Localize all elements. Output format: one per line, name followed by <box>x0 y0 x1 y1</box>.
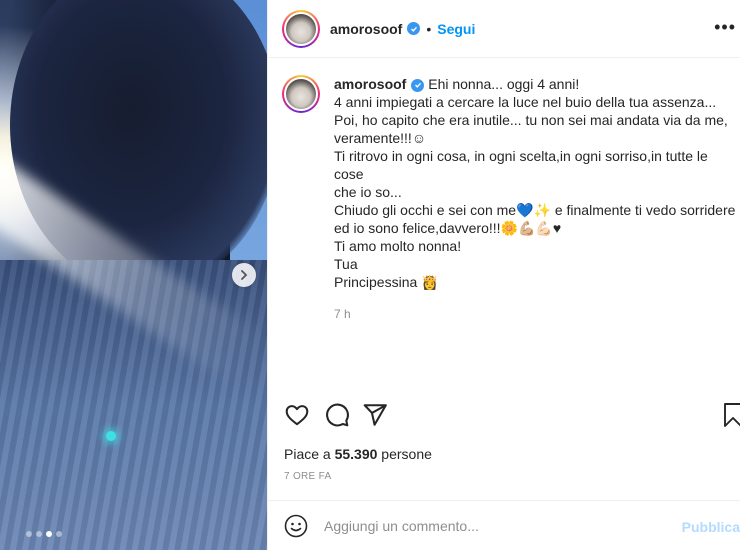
photo-lens-flare <box>106 431 116 441</box>
comment-bar: Pubblica <box>268 500 740 550</box>
caption-text-line: Ti ritrovo in ogni cosa, in ogni scelta,… <box>334 148 708 182</box>
caption-text-line: 4 anni impiegati a cercare la luce nel b… <box>334 94 717 110</box>
carousel-dots <box>26 531 62 537</box>
heart-icon[interactable] <box>284 402 310 428</box>
more-icon[interactable]: ••• <box>714 18 736 36</box>
caption-text-line: Poi, ho capito che era inutile... tu non… <box>334 112 728 128</box>
post-header: amorosoof • Segui ••• <box>268 0 740 58</box>
verified-icon <box>407 22 421 35</box>
carousel-dot <box>56 531 62 537</box>
caption-text-line: Chiudo gli occhi e sei con me💙✨ e finalm… <box>334 202 736 218</box>
caption-text-line: veramente!!!☺ <box>334 130 427 146</box>
comment-icon[interactable] <box>324 402 350 428</box>
caption-text-line: Ti amo molto nonna! <box>334 238 462 254</box>
emoji-icon[interactable] <box>284 514 308 538</box>
caption-text-line: ed io sono felice,davvero!!!🌼💪🏼💪🏻♥ <box>334 220 562 236</box>
likes-count[interactable]: Piace a 55.390 persone <box>284 446 432 462</box>
caption-timestamp[interactable]: 7 h <box>334 305 737 323</box>
likes-suffix: persone <box>377 446 432 462</box>
carousel-dot-active <box>46 531 52 537</box>
chevron-right-icon <box>241 270 248 280</box>
avatar-ring-inner <box>284 77 318 111</box>
avatar[interactable] <box>282 75 320 113</box>
bookmark-icon[interactable] <box>722 402 740 428</box>
caption-text-line: Principessina 👸 <box>334 274 439 290</box>
carousel-dot <box>26 531 32 537</box>
caption-first-line: amorosoof Ehi nonna... oggi 4 anni! <box>334 75 737 93</box>
comment-input[interactable] <box>324 517 664 534</box>
post-date[interactable]: 7 ORE FA <box>284 471 331 482</box>
avatar-ring-inner <box>284 11 318 46</box>
verified-icon <box>411 78 425 92</box>
follow-button[interactable]: Segui <box>437 21 475 37</box>
avatar[interactable] <box>282 9 320 48</box>
caption-text-line: Tua <box>334 256 358 272</box>
likes-prefix: Piace a <box>284 446 335 462</box>
share-icon[interactable] <box>362 402 388 428</box>
post-photo <box>0 0 267 550</box>
caption-text-line: Ehi nonna... oggi 4 anni! <box>428 76 580 92</box>
username-link[interactable]: amorosoof <box>330 21 402 37</box>
separator-dot: • <box>426 20 432 37</box>
publish-button[interactable]: Pubblica <box>682 519 740 535</box>
caption-username-link[interactable]: amorosoof <box>334 76 406 92</box>
action-bar <box>282 402 740 432</box>
likes-number: 55.390 <box>334 446 378 462</box>
caption-text-line: che io so... <box>334 184 402 200</box>
caption: amorosoof Ehi nonna... oggi 4 anni! 4 an… <box>282 75 737 323</box>
avatar-image <box>286 79 316 109</box>
post-panel: amorosoof • Segui ••• amorosoof Ehi nonn… <box>267 0 740 550</box>
avatar-image <box>286 13 316 44</box>
carousel-next-button[interactable] <box>232 263 256 287</box>
carousel-dot <box>36 531 42 537</box>
caption-body: amorosoof Ehi nonna... oggi 4 anni! 4 an… <box>334 75 737 323</box>
